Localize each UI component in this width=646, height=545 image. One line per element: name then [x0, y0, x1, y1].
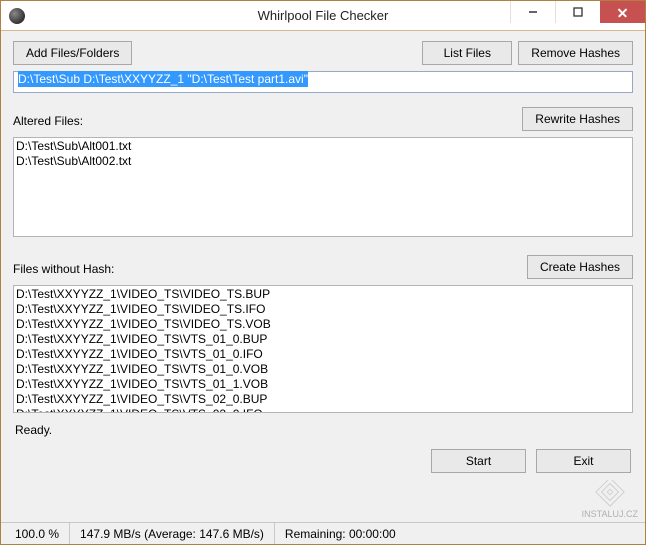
list-files-button[interactable]: List Files	[422, 41, 512, 65]
list-item[interactable]: D:\Test\Sub\Alt001.txt	[16, 139, 630, 154]
statusbar: 100.0 % 147.9 MB/s (Average: 147.6 MB/s)…	[1, 522, 645, 544]
titlebar[interactable]: Whirlpool File Checker	[1, 1, 645, 31]
minimize-button[interactable]	[510, 1, 555, 23]
files-without-hash-label: Files without Hash:	[13, 262, 114, 276]
list-item[interactable]: D:\Test\XXYYZZ_1\VIDEO_TS\VIDEO_TS.BUP	[16, 287, 630, 302]
rewrite-hashes-button[interactable]: Rewrite Hashes	[522, 107, 633, 131]
status-text: Ready.	[13, 419, 633, 439]
window-controls	[510, 1, 645, 23]
list-item[interactable]: D:\Test\XXYYZZ_1\VIDEO_TS\VTS_02_0.BUP	[16, 392, 630, 407]
status-speed: 147.9 MB/s (Average: 147.6 MB/s)	[70, 523, 275, 544]
path-input-value: D:\Test\Sub D:\Test\XXYYZZ_1 "D:\Test\Te…	[18, 71, 308, 87]
altered-files-label: Altered Files:	[13, 114, 83, 128]
application-window: Whirlpool File Checker Add Files/Folders…	[0, 0, 646, 545]
list-item[interactable]: D:\Test\Sub\Alt002.txt	[16, 154, 630, 169]
close-button[interactable]	[600, 1, 645, 23]
client-area: Add Files/Folders List Files Remove Hash…	[1, 31, 645, 522]
list-item[interactable]: D:\Test\XXYYZZ_1\VIDEO_TS\VIDEO_TS.VOB	[16, 317, 630, 332]
list-item[interactable]: D:\Test\XXYYZZ_1\VIDEO_TS\VTS_02_0.IFO	[16, 407, 630, 413]
path-input[interactable]: D:\Test\Sub D:\Test\XXYYZZ_1 "D:\Test\Te…	[13, 71, 633, 93]
list-item[interactable]: D:\Test\XXYYZZ_1\VIDEO_TS\VTS_01_0.IFO	[16, 347, 630, 362]
altered-files-list[interactable]: D:\Test\Sub\Alt001.txtD:\Test\Sub\Alt002…	[13, 137, 633, 237]
list-item[interactable]: D:\Test\XXYYZZ_1\VIDEO_TS\VTS_01_0.VOB	[16, 362, 630, 377]
list-item[interactable]: D:\Test\XXYYZZ_1\VIDEO_TS\VTS_01_0.BUP	[16, 332, 630, 347]
exit-button[interactable]: Exit	[536, 449, 631, 473]
create-hashes-button[interactable]: Create Hashes	[527, 255, 633, 279]
status-remaining: Remaining: 00:00:00	[275, 523, 406, 544]
list-item[interactable]: D:\Test\XXYYZZ_1\VIDEO_TS\VTS_01_1.VOB	[16, 377, 630, 392]
add-files-folders-button[interactable]: Add Files/Folders	[13, 41, 132, 65]
start-button[interactable]: Start	[431, 449, 526, 473]
list-item[interactable]: D:\Test\XXYYZZ_1\VIDEO_TS\VIDEO_TS.IFO	[16, 302, 630, 317]
files-without-hash-list[interactable]: D:\Test\XXYYZZ_1\VIDEO_TS\VIDEO_TS.BUPD:…	[13, 285, 633, 413]
maximize-button[interactable]	[555, 1, 600, 23]
remove-hashes-button[interactable]: Remove Hashes	[518, 41, 633, 65]
status-percent: 100.0 %	[5, 523, 70, 544]
